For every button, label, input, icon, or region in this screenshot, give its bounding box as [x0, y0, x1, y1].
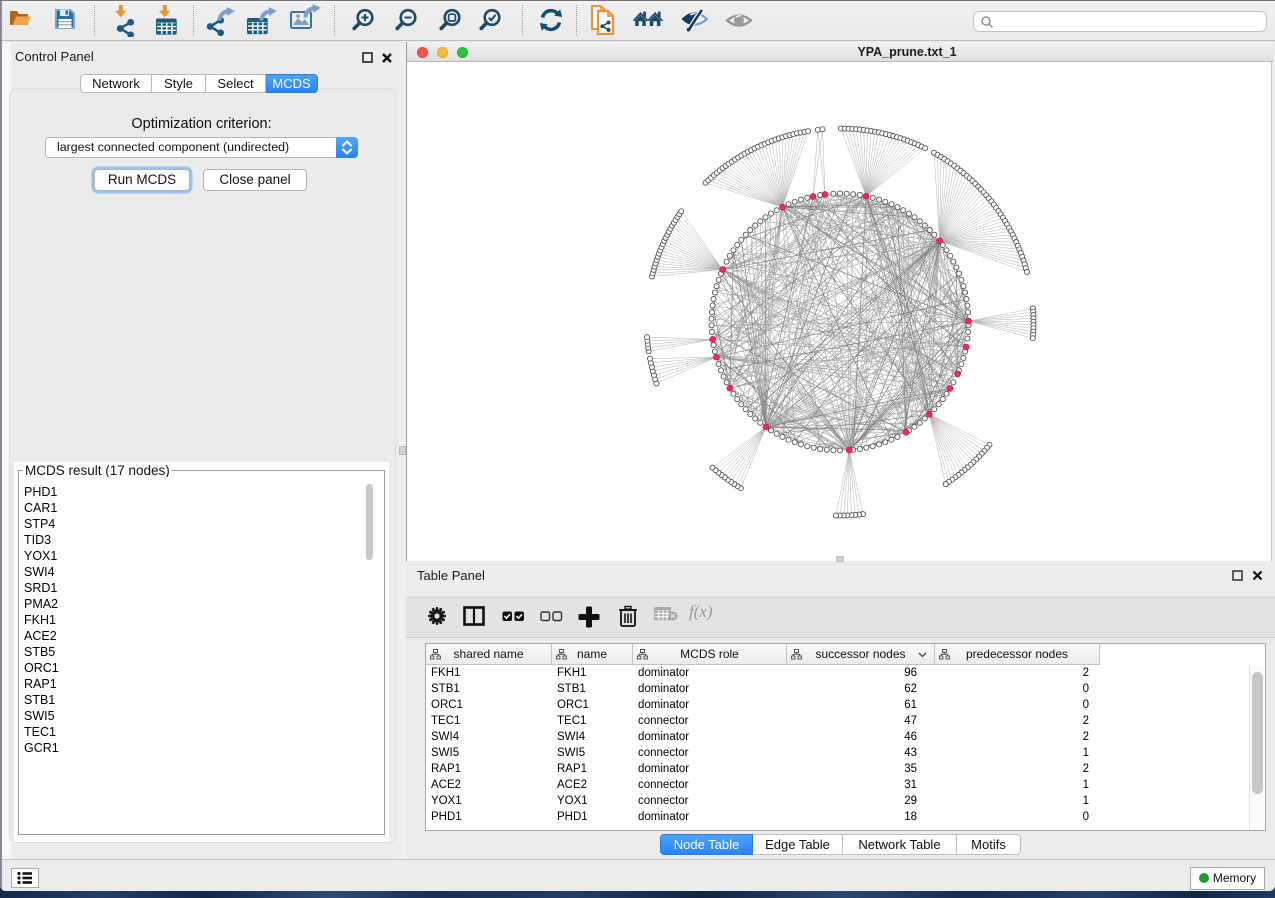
svg-text:f(x): f(x) [689, 602, 713, 621]
